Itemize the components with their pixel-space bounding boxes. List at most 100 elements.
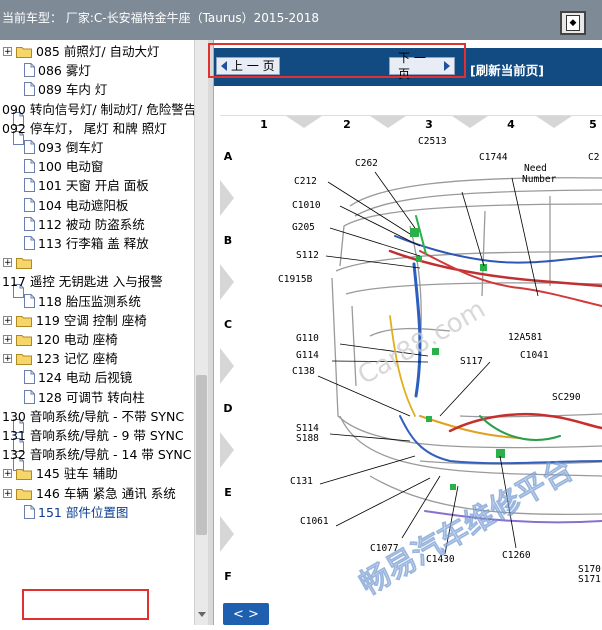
callout-label: S188 [296,433,319,444]
document-icon [24,140,35,154]
tree-item[interactable]: 093 倒车灯 [0,139,194,157]
document-icon [24,178,35,193]
tree-item[interactable]: 132 音响系统/导航 - 14 带 SYNC [0,446,194,472]
toggle-panel-button[interactable]: < > [223,603,269,625]
expand-toggle-icon[interactable]: + [3,469,12,479]
expand-toggle-icon[interactable]: + [3,354,12,364]
expand-toggle-icon[interactable]: + [3,488,12,498]
tree-item[interactable]: + [0,254,194,272]
component-location-diagram: C2513 C262 C1744 Need Number C2 C212 C1010 G205 S… [220,115,602,626]
tree-item-label: 092 停车灯， 尾灯 和牌 照灯 [2,120,167,136]
document-icon [24,389,35,404]
callout-label: C1010 [292,200,321,211]
tree-item-label: 100 电动窗 [38,159,104,175]
callout-label: C131 [290,476,313,487]
document-icon [24,159,35,174]
pin-icon: ◆ [566,15,580,31]
tree-item[interactable]: +085 前照灯/ 自动大灯 [0,43,194,61]
tree-item[interactable]: 090 转向信号灯/ 制动灯/ 危险警告 [0,101,194,126]
tree-item-label: 118 胎压监测系统 [38,293,141,309]
tree-item-label: 093 倒车灯 [38,140,104,155]
folder-icon [16,335,32,346]
diagram-svg: C2513C262C1744NeedNumberC2C212C1010G205S… [220,116,602,603]
tree-item-label: 151 部件位置图 [38,504,129,520]
tree-item[interactable]: 089 车内 灯 [0,81,194,99]
window-title: 当前车型： 厂家:C-长安福特金牛座（Taurus）2015-2018 [2,11,320,25]
tree-item[interactable]: +145 驻车 辅助 [0,465,194,483]
row-label: B [224,234,232,247]
tree-item[interactable]: 112 被动 防盗系统 [0,216,194,234]
tree-item[interactable]: +123 记忆 座椅 [0,350,194,368]
tree-item-label: 085 前照灯/ 自动大灯 [36,44,160,59]
callout-label: C212 [294,176,317,187]
tree-item-label: 120 电动 座椅 [36,332,118,347]
document-icon [24,63,35,78]
callout-label: G114 [296,350,319,361]
column-label: 4 [507,118,515,131]
expand-toggle-icon[interactable]: + [3,315,12,325]
tree-item-label: 131 音响系统/导航 - 9 带 SYNC [2,428,184,443]
tree-item[interactable]: 151 部件位置图 [0,504,194,522]
tree-item[interactable]: 124 电动 后视镜 [0,369,194,387]
column-label: 2 [343,118,351,131]
svg-text:畅易汽车维修平台: 畅易汽车维修平台 [354,452,579,602]
callout-label: C262 [355,158,378,169]
tree-item-label: 101 天窗 开启 面板 [38,178,149,194]
callout-label: SC290 [552,392,581,403]
callout-label: Number [522,174,557,185]
scroll-down-icon[interactable] [198,612,206,617]
callout-label: C1915B [278,274,313,285]
tree-item[interactable]: 113 行李箱 盖 释放 [0,235,194,253]
callout-label: Need [524,163,547,174]
highlight-selected-item [22,589,149,620]
tree-item[interactable]: 086 雾灯 [0,62,194,80]
document-icon [24,236,35,250]
refresh-page-link[interactable]: [刷新当前页] [470,60,544,79]
callout-label: C1041 [520,350,549,361]
title-bar: 当前车型： 厂家:C-长安福特金牛座（Taurus）2015-2018 ◆ [0,0,602,40]
tree-item[interactable]: +120 电动 座椅 [0,331,194,349]
tree-item[interactable]: 104 电动遮阳板 [0,197,194,215]
expand-toggle-icon[interactable]: + [3,258,12,268]
callout-label: C2 [588,152,599,163]
tree-item[interactable]: +119 空调 控制 座椅 [0,312,194,330]
tree-scrollbar[interactable] [194,40,208,625]
tree-item-label: 086 雾灯 [38,63,91,79]
tree-item[interactable]: 101 天窗 开启 面板 [0,177,194,195]
callout-label: G110 [296,333,319,344]
tree-item-label: 104 电动遮阳板 [38,197,129,213]
pin-button[interactable]: ◆ [560,11,586,35]
row-label: E [224,486,232,499]
document-icon [24,504,35,519]
expand-toggle-icon[interactable]: + [3,335,12,345]
document-icon [24,216,35,231]
watermark: Car88.com 畅易汽车维修平台 [353,294,580,603]
chapter-tree: +085 前照灯/ 自动大灯 086 雾灯 089 车内 灯 090 转向信号灯/ 制… [0,40,194,625]
callout-label: S117 [460,356,483,367]
tree-item[interactable]: 117 遥控 无钥匙进 入与报警 [0,273,194,299]
tree-item[interactable]: 092 停车灯， 尾灯 和牌 照灯 [0,120,194,145]
tree-item-label: 119 空调 控制 座椅 [36,312,147,328]
document-icon [24,197,35,212]
tree-item[interactable]: 100 电动窗 [0,158,194,176]
tree-item-label: 112 被动 防盗系统 [38,216,145,232]
expand-toggle-icon[interactable]: + [3,47,12,57]
highlight-nav-buttons [208,43,466,78]
callout-label: 12A581 [508,332,543,343]
tree-item-label: 124 电动 后视镜 [38,370,133,386]
tree-item[interactable]: +146 车辆 紧急 通讯 系统 [0,485,194,503]
tree-item[interactable]: 118 胎压监测系统 [0,293,194,311]
tree-item[interactable]: 128 可调节 转向柱 [0,389,194,407]
callout-label: C2513 [418,136,447,147]
tree-item[interactable]: 130 音响系统/导航 - 不带 SYNC [0,408,194,433]
callout-label: S112 [296,250,319,261]
column-label: 5 [589,118,597,131]
column-label: 1 [260,118,268,131]
row-label: C [224,318,232,331]
tree-item[interactable]: 131 音响系统/导航 - 9 带 SYNC [0,427,194,452]
callout-label: C1061 [300,516,329,527]
row-label: A [224,150,233,163]
tree-scroll-thumb[interactable] [196,375,207,535]
document-icon [24,82,35,97]
folder-icon [16,354,32,366]
